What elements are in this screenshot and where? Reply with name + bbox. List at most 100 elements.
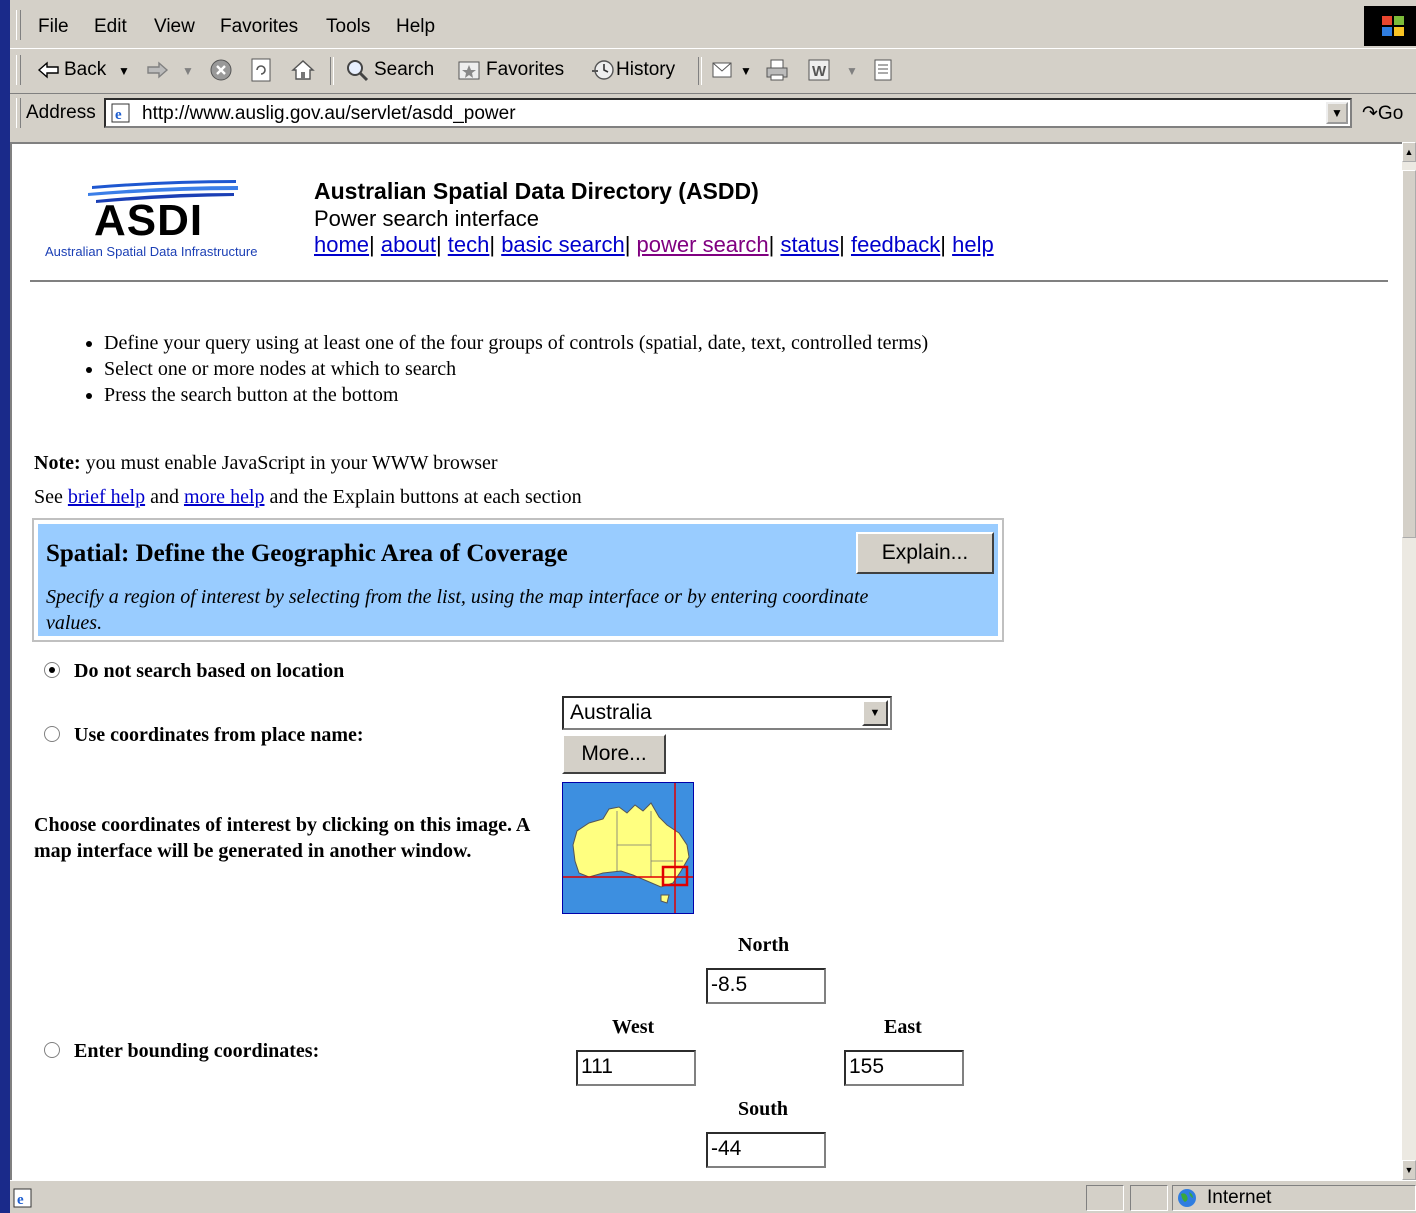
more-help-link[interactable]: more help [184,486,265,508]
nav-separator: | [369,232,381,257]
status-page-icon: e [13,1188,32,1208]
australia-map-image[interactable] [562,782,694,914]
nav-basic-search[interactable]: basic search [501,232,625,257]
instructions-list: Define your query using at least one of … [64,330,928,408]
svg-text:W: W [812,63,827,80]
nav-separator: | [435,232,448,257]
west-label: West [612,1016,655,1038]
radio-place-name[interactable] [44,726,60,742]
go-arrow-icon: ↷ [1362,103,1378,124]
scroll-up-icon[interactable]: ▲ [1402,142,1416,162]
search-icon[interactable] [344,57,370,83]
spatial-section-title: Spatial: Define the Geographic Area of C… [46,540,568,567]
stop-icon[interactable] [208,57,234,83]
back-dropdown-icon[interactable]: ▼ [118,64,130,78]
ie-page-icon: e [111,103,130,123]
nav-feedback[interactable]: feedback [851,232,940,257]
menu-view[interactable]: View [154,16,195,38]
asdi-logo: ASDI [94,196,204,245]
page-title: Australian Spatial Data Directory (ASDD) [314,178,759,204]
windows-flag-icon [1382,16,1404,36]
search-button[interactable]: Search [374,59,434,81]
more-places-button[interactable]: More... [562,734,666,774]
menu-tools[interactable]: Tools [326,16,370,38]
instruction-item: Select one or more nodes at which to sea… [104,356,928,382]
print-icon[interactable] [764,57,790,83]
south-coordinate-input[interactable]: -44 [706,1132,826,1168]
nav-separator: | [489,232,502,257]
nav-home[interactable]: home [314,232,369,257]
address-dropdown-icon[interactable]: ▼ [1326,102,1348,124]
nav-separator: | [624,232,637,257]
mail-icon[interactable] [710,57,736,83]
menu-help[interactable]: Help [396,16,435,38]
radio-bounding-coordinates[interactable] [44,1042,60,1058]
go-label: Go [1377,103,1404,124]
home-icon[interactable] [290,57,316,83]
browser-window: File Edit View Favorites Tools Help Back… [10,0,1416,1213]
status-cell [1086,1185,1124,1211]
menu-grip[interactable] [16,10,21,40]
brief-help-link[interactable]: brief help [68,486,145,508]
east-coordinate-input[interactable]: 155 [844,1050,964,1086]
nav-about[interactable]: about [381,232,436,257]
history-button[interactable]: History [616,59,675,81]
refresh-icon[interactable] [248,57,274,83]
nav-help[interactable]: help [952,232,994,257]
nav-separator: | [768,232,781,257]
place-name-select[interactable]: Australia ▼ [562,696,892,730]
instruction-item: Press the search button at the bottom [104,382,928,408]
scroll-down-icon[interactable]: ▼ [1402,1160,1416,1180]
discuss-icon[interactable] [870,57,896,83]
nav-power-search[interactable]: power search [637,232,769,257]
globe-icon [1178,1189,1196,1207]
back-arrow-icon[interactable] [36,57,62,83]
page-subtitle: Power search interface [314,206,539,231]
nav-status[interactable]: status [780,232,839,257]
forward-dropdown-icon[interactable]: ▼ [182,64,194,78]
forward-arrow-icon[interactable] [144,57,170,83]
toolbar-separator [698,57,702,85]
nav-separator: | [940,232,953,257]
menu-edit[interactable]: Edit [94,16,127,38]
radio-no-location[interactable] [44,662,60,678]
mail-dropdown-icon[interactable]: ▼ [740,64,752,78]
north-coordinate-input[interactable]: -8.5 [706,968,826,1004]
address-grip[interactable] [16,98,21,128]
menu-favorites[interactable]: Favorites [220,16,298,38]
south-label: South [738,1098,789,1120]
scroll-thumb[interactable] [1402,170,1416,538]
vertical-scrollbar[interactable]: ▲ ▼ [1402,142,1416,1180]
spatial-section-description: Specify a region of interest by selectin… [46,586,869,634]
security-zone: Internet [1172,1185,1416,1211]
spatial-explain-button[interactable]: Explain... [856,532,994,574]
page-viewport: ASDI Australian Spatial Data Infrastruct… [10,142,1402,1180]
address-input[interactable]: e http://www.auslig.gov.au/servlet/asdd_… [104,98,1352,128]
select-chevron-down-icon[interactable]: ▼ [862,700,888,726]
edit-dropdown-icon[interactable]: ▼ [846,64,858,78]
nav-separator: | [839,232,851,257]
nav-tech[interactable]: tech [448,232,490,257]
note-label: Note: [34,452,81,474]
place-name-label: Use coordinates from place name: [74,724,364,746]
favorites-button[interactable]: Favorites [486,59,564,81]
west-coordinate-input[interactable]: 111 [576,1050,696,1086]
map-instructions: Choose coordinates of interest by clicki… [34,814,530,862]
bounding-coordinates-label: Enter bounding coordinates: [74,1040,320,1062]
status-bar: e Internet [10,1180,1416,1213]
favorites-icon[interactable] [456,57,482,83]
edit-word-icon[interactable]: W [806,57,832,83]
see-help-pre: See [34,486,68,508]
go-button[interactable]: ↷Go [1362,102,1403,125]
menu-file[interactable]: File [38,16,69,38]
toolbar-separator [330,57,334,85]
back-button[interactable]: Back [64,59,106,81]
header-divider [30,280,1388,282]
spatial-section-panel: Spatial: Define the Geographic Area of C… [38,524,998,636]
no-location-label: Do not search based on location [74,660,345,682]
history-icon[interactable] [590,57,616,83]
toolbar-grip[interactable] [16,55,21,85]
asdi-logo-subtitle: Australian Spatial Data Infrastructure [45,244,258,259]
windows-logo [1364,6,1416,46]
security-zone-label: Internet [1207,1187,1272,1208]
